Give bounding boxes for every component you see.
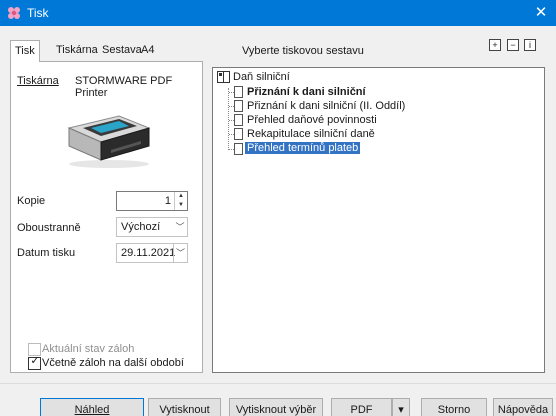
info-icon[interactable]: i xyxy=(524,39,536,51)
copies-label: Kopie xyxy=(17,195,46,207)
print-settings-panel: Tiskárna STORMWARE PDF Printer Kopie 1 ▲… xyxy=(10,61,203,373)
tree-item[interactable]: Přehled daňové povinnosti xyxy=(247,114,377,126)
tree-guide-line xyxy=(228,88,229,150)
printer-name: STORMWARE PDF Printer xyxy=(75,75,173,99)
report-tree: Daň silniční Přiznání k dani silniční Př… xyxy=(212,67,545,373)
preview-button[interactable]: Náhled xyxy=(40,398,144,416)
print-button-label: Vytisknout xyxy=(159,404,210,416)
preview-button-label: Náhled xyxy=(74,404,110,416)
checkmark-icon: ✓ xyxy=(30,355,40,367)
chevron-down-icon: ﹀ xyxy=(175,222,185,232)
tab-printer[interactable]: Tiskárna xyxy=(52,42,102,61)
close-icon[interactable]: ✕ xyxy=(526,0,556,26)
footer-divider xyxy=(0,383,556,384)
help-button-label: Nápověda xyxy=(497,404,549,416)
help-button[interactable]: Nápověda xyxy=(493,398,553,416)
expand-all-icon[interactable]: + xyxy=(489,39,501,51)
duplex-value: Výchozí xyxy=(121,221,161,233)
print-button[interactable]: Vytisknout xyxy=(148,398,221,416)
tree-item-selected[interactable]: Přehled termínů plateb xyxy=(245,142,361,154)
date-value: 29.11.2021 xyxy=(121,247,176,259)
pdf-button-label: PDF xyxy=(350,404,373,416)
document-icon xyxy=(234,143,243,155)
tree-item[interactable]: Přiznání k dani silniční xyxy=(247,86,366,98)
date-picker[interactable]: 29.11.2021 ﹀ xyxy=(116,243,188,263)
collapse-all-icon[interactable]: − xyxy=(507,39,519,51)
book-folder-icon xyxy=(217,71,230,83)
stepper-down-icon[interactable]: ▼ xyxy=(175,201,187,210)
duplex-select[interactable]: Výchozí ﹀ xyxy=(116,217,188,237)
print-selection-button-label: Vytisknout výběr xyxy=(235,404,317,416)
tree-item[interactable]: Přiznání k dani silniční (II. Oddíl) xyxy=(247,100,405,112)
tab-a4[interactable]: A4 xyxy=(137,42,158,61)
stepper-buttons[interactable]: ▲ ▼ xyxy=(174,192,187,210)
document-icon xyxy=(234,100,243,112)
pdf-dropdown-button[interactable]: ▾ xyxy=(392,398,410,416)
chevron-down-icon: ▾ xyxy=(398,404,404,416)
include-next-period-label: Včetně záloh na další období xyxy=(42,357,184,369)
tree-root[interactable]: Daň silniční xyxy=(233,71,290,83)
printer-link[interactable]: Tiskárna xyxy=(17,75,59,87)
pdf-button[interactable]: PDF xyxy=(331,398,392,416)
include-next-period-checkbox[interactable]: ✓ xyxy=(28,355,41,370)
document-icon xyxy=(234,128,243,140)
current-state-label: Aktuální stav záloh xyxy=(42,343,135,355)
document-icon xyxy=(234,86,243,98)
report-select-heading: Vyberte tiskovou sestavu xyxy=(242,45,364,57)
cancel-button-label: Storno xyxy=(437,404,471,416)
chevron-down-icon[interactable]: ﹀ xyxy=(173,244,187,262)
title-bar: Tisk ✕ xyxy=(0,0,556,26)
duplex-label: Oboustranně xyxy=(17,222,81,234)
copies-value: 1 xyxy=(164,195,171,207)
tab-print[interactable]: Tisk xyxy=(10,40,40,62)
window-title: Tisk xyxy=(27,6,49,20)
document-icon xyxy=(234,114,243,126)
flower-app-icon xyxy=(8,7,20,19)
cancel-button[interactable]: Storno xyxy=(421,398,487,416)
copies-stepper[interactable]: 1 ▲ ▼ xyxy=(116,191,188,211)
stepper-up-icon[interactable]: ▲ xyxy=(175,192,187,201)
print-selection-button[interactable]: Vytisknout výběr xyxy=(229,398,323,416)
printer-icon xyxy=(67,115,151,168)
tree-item[interactable]: Rekapitulace silniční daně xyxy=(247,128,375,140)
date-label: Datum tisku xyxy=(17,247,76,259)
